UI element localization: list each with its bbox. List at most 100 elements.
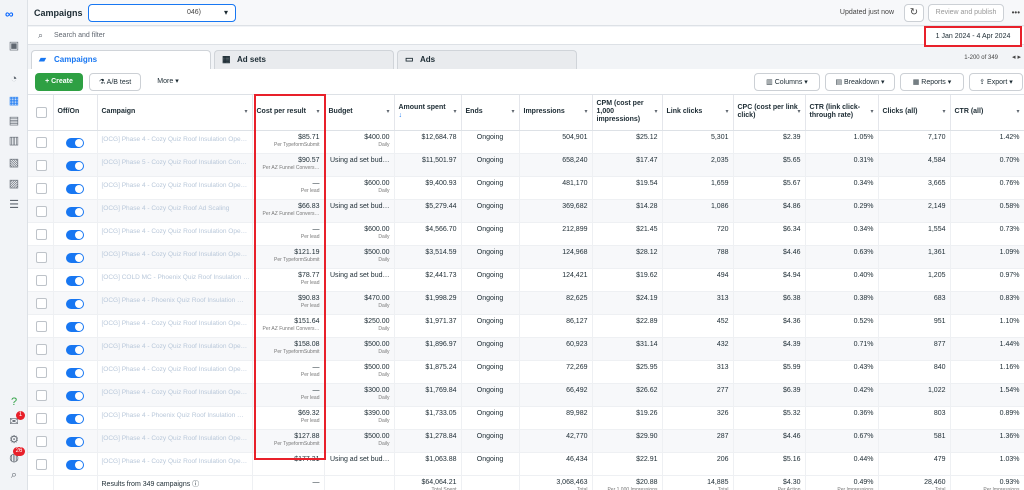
campaign-name[interactable]: [OCG] Phase 4 - Cozy Quiz Roof Insulatio…: [97, 337, 253, 361]
campaign-name[interactable]: [OCG] Phase 4 - Phoenix Quiz Roof Insula…: [97, 406, 253, 430]
campaign-toggle[interactable]: [65, 390, 84, 401]
campaign-name[interactable]: [OCG] Phase 4 - Cozy Quiz Roof Insulatio…: [97, 429, 253, 453]
account-icon[interactable]: ▣: [6, 38, 22, 52]
campaign-name[interactable]: [OCG] Phase 4 - Cozy Quiz Roof Insulatio…: [97, 222, 253, 246]
account-selector[interactable]: 046) ▾: [88, 4, 236, 22]
row-toggle-cell[interactable]: [53, 360, 98, 384]
table-row[interactable]: [OCG] Phase 4 - Cozy Quiz Roof Insulatio…: [28, 452, 1024, 476]
row-select-cell[interactable]: [28, 314, 54, 338]
row-select-cell[interactable]: [28, 153, 54, 177]
campaign-name[interactable]: [OCG] Phase 4 - Cozy Quiz Roof Insulatio…: [97, 245, 253, 269]
campaign-toggle[interactable]: [65, 252, 84, 263]
row-select-cell[interactable]: [28, 406, 54, 430]
row-toggle-cell[interactable]: [53, 314, 98, 338]
library-icon[interactable]: ▧: [6, 155, 22, 169]
header-cpc[interactable]: CPC (cost per link click) ▾: [733, 95, 806, 131]
header-ends[interactable]: Ends ▾: [461, 95, 520, 131]
row-checkbox[interactable]: [36, 205, 47, 217]
settings-icon[interactable]: ⚙: [6, 432, 22, 446]
header-amount-spent[interactable]: Amount spent ↓ ▾: [394, 95, 462, 131]
budget-cell[interactable]: $400.00 Daily: [324, 130, 395, 154]
columns-button[interactable]: ▥ Columns ▾: [754, 73, 820, 91]
row-checkbox[interactable]: [36, 251, 47, 263]
campaigns-table-icon[interactable]: ▦: [6, 93, 22, 107]
header-ctr-link[interactable]: CTR (link click-through rate) ▾: [805, 95, 879, 131]
meta-logo-icon[interactable]: ∞: [5, 8, 23, 20]
table-row[interactable]: [OCG] Phase 4 - Cozy Quiz Roof Insulatio…: [28, 176, 1024, 200]
campaign-name[interactable]: [OCG] Phase 4 - Cozy Quiz Roof Insulatio…: [97, 383, 253, 407]
row-checkbox[interactable]: [36, 228, 47, 240]
campaign-name[interactable]: [OCG] Phase 4 - Cozy Quiz Roof Insulatio…: [97, 360, 253, 384]
row-checkbox[interactable]: [36, 458, 47, 470]
search-icon[interactable]: ⌕: [6, 468, 22, 482]
tab-ads[interactable]: ▭ Ads: [397, 50, 577, 69]
campaign-toggle[interactable]: [65, 321, 84, 332]
row-toggle-cell[interactable]: [53, 383, 98, 407]
campaign-name[interactable]: [OCG] Phase 4 - Cozy Quiz Roof Insulatio…: [97, 314, 253, 338]
row-toggle-cell[interactable]: [53, 429, 98, 453]
select-all-header[interactable]: [28, 95, 54, 131]
budget-cell[interactable]: $470.00 Daily: [324, 291, 395, 315]
campaign-name[interactable]: [OCG] Phase 4 - Cozy Quiz Roof Insulatio…: [97, 130, 253, 154]
campaign-toggle[interactable]: [65, 436, 84, 447]
date-range-picker[interactable]: 1 Jan 2024 - 4 Apr 2024: [924, 26, 1022, 47]
row-checkbox[interactable]: [36, 159, 47, 171]
search-bar[interactable]: ⌕ Search and filter: [28, 27, 1024, 45]
pagination-arrows[interactable]: ◂ ▸: [1012, 53, 1021, 61]
dashboard-icon[interactable]: ◔: [6, 72, 22, 86]
table-row[interactable]: [OCG] Phase 4 - Cozy Quiz Roof Insulatio…: [28, 337, 1024, 361]
table-row[interactable]: [OCG] Phase 4 - Cozy Quiz Roof Insulatio…: [28, 130, 1024, 154]
campaign-toggle[interactable]: [65, 183, 84, 194]
row-select-cell[interactable]: [28, 291, 54, 315]
row-select-cell[interactable]: [28, 199, 54, 223]
row-checkbox[interactable]: [36, 389, 47, 401]
budget-cell[interactable]: Using ad set bud…: [324, 268, 395, 292]
table-row[interactable]: [OCG] Phase 5 - Cozy Quiz Roof Insulatio…: [28, 153, 1024, 177]
row-checkbox[interactable]: [36, 320, 47, 332]
export-button[interactable]: ⇪ Export ▾: [969, 73, 1023, 91]
campaign-toggle[interactable]: [65, 137, 84, 148]
review-publish-button[interactable]: Review and publish: [928, 4, 1004, 22]
row-checkbox[interactable]: [36, 136, 47, 148]
budget-cell[interactable]: $600.00 Daily: [324, 222, 395, 246]
budget-cell[interactable]: $500.00 Daily: [324, 337, 395, 361]
budget-cell[interactable]: $250.00 Daily: [324, 314, 395, 338]
budget-cell[interactable]: $600.00 Daily: [324, 176, 395, 200]
campaign-toggle[interactable]: [65, 367, 84, 378]
create-button[interactable]: + Create: [35, 73, 83, 91]
row-toggle-cell[interactable]: [53, 337, 98, 361]
table-row[interactable]: [OCG] COLD MC - Phoenix Quiz Roof Insula…: [28, 268, 1024, 292]
catalog-icon[interactable]: ▥: [6, 133, 22, 147]
breakdown-button[interactable]: ▤ Breakdown ▾: [825, 73, 895, 91]
row-toggle-cell[interactable]: [53, 406, 98, 430]
more-button[interactable]: More ▾: [148, 73, 188, 91]
campaign-toggle[interactable]: [65, 160, 84, 171]
row-checkbox[interactable]: [36, 182, 47, 194]
row-select-cell[interactable]: [28, 337, 54, 361]
reports-icon[interactable]: ▨: [6, 176, 22, 190]
tab-campaigns[interactable]: ▰ Campaigns: [31, 50, 211, 69]
campaign-toggle[interactable]: [65, 413, 84, 424]
row-select-cell[interactable]: [28, 222, 54, 246]
budget-cell[interactable]: $500.00 Daily: [324, 360, 395, 384]
table-row[interactable]: [OCG] Phase 4 - Cozy Quiz Roof Insulatio…: [28, 429, 1024, 453]
campaign-name[interactable]: [OCG] Phase 5 - Cozy Quiz Roof Insulatio…: [97, 153, 253, 177]
campaign-name[interactable]: [OCG] Phase 4 - Cozy Quiz Roof Insulatio…: [97, 452, 253, 476]
tab-ad-sets[interactable]: ▦ Ad sets: [214, 50, 394, 69]
header-cost-per-result[interactable]: Cost per result ▾: [252, 95, 325, 131]
campaign-name[interactable]: [OCG] Phase 4 - Cozy Quiz Roof Ad Scalin…: [97, 199, 253, 223]
table-row[interactable]: [OCG] Phase 4 - Cozy Quiz Roof Insulatio…: [28, 383, 1024, 407]
campaign-toggle[interactable]: [65, 229, 84, 240]
row-select-cell[interactable]: [28, 245, 54, 269]
campaign-toggle[interactable]: [65, 298, 84, 309]
table-row[interactable]: [OCG] Phase 4 - Cozy Quiz Roof Insulatio…: [28, 360, 1024, 384]
row-toggle-cell[interactable]: [53, 153, 98, 177]
row-toggle-cell[interactable]: [53, 222, 98, 246]
row-select-cell[interactable]: [28, 268, 54, 292]
row-select-cell[interactable]: [28, 383, 54, 407]
campaign-toggle[interactable]: [65, 206, 84, 217]
select-all-checkbox[interactable]: [36, 106, 47, 118]
table-row[interactable]: [OCG] Phase 4 - Cozy Quiz Roof Insulatio…: [28, 222, 1024, 246]
header-impressions[interactable]: Impressions ▾: [519, 95, 593, 131]
more-options-button[interactable]: •••: [1012, 8, 1020, 17]
